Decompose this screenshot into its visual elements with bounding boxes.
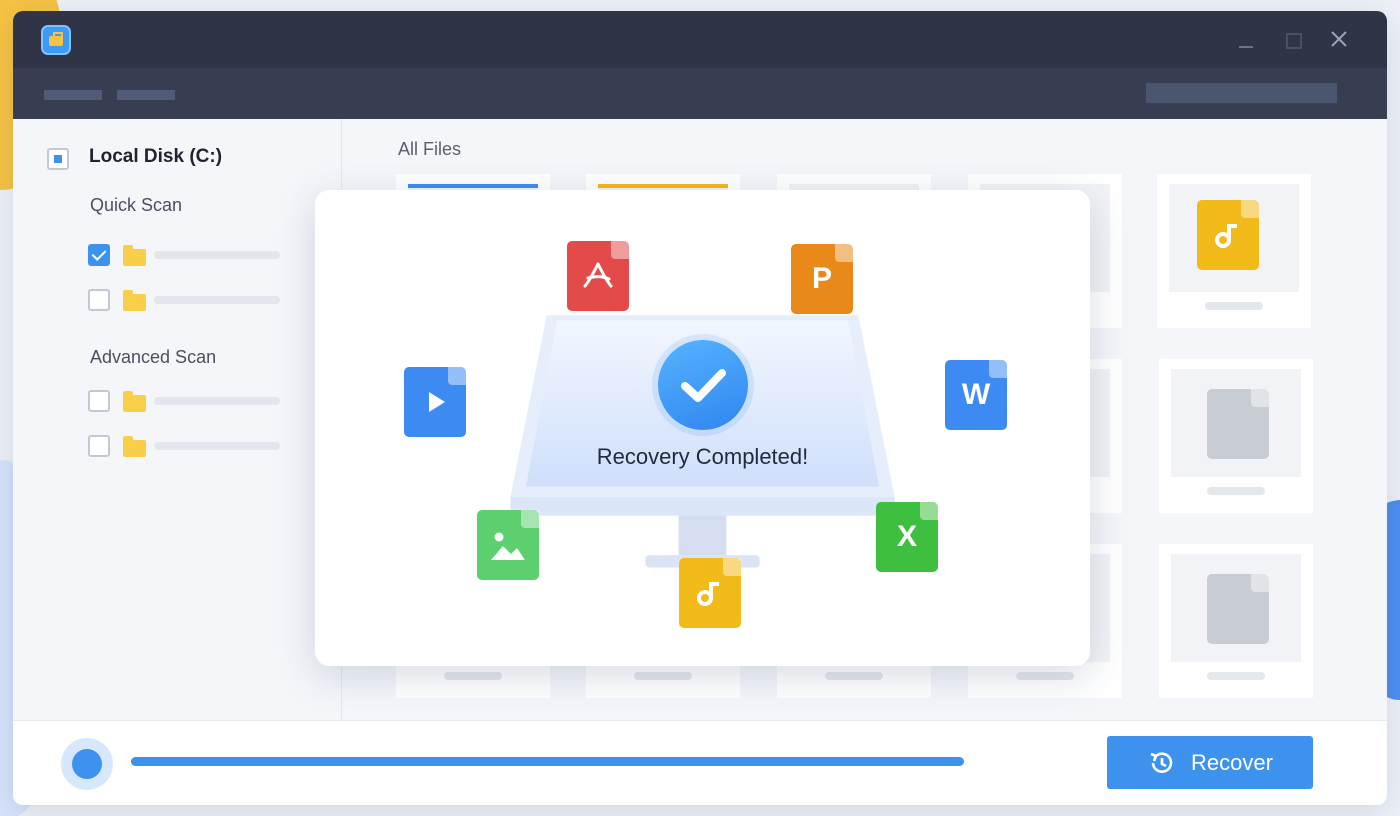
progress-indicator-icon [61,738,113,790]
toolbar [13,68,1387,119]
recovery-status-text: Recovery Completed! [596,444,809,469]
image-file-icon [477,510,539,580]
excel-file-icon: X [876,502,938,572]
all-files-heading: All Files [398,139,462,159]
toolbox-icon [41,25,71,55]
success-check-icon [658,340,748,430]
recovery-complete-dialog: Recovery Completed! P W X [315,190,1090,666]
file-card[interactable] [1157,174,1311,328]
recover-button-label: Recover [1191,749,1273,775]
advanced-scan-item-checkbox[interactable] [88,390,110,412]
close-button[interactable] [1329,29,1349,49]
quick-scan-item-checkbox[interactable] [88,244,110,266]
generic-file-icon [1207,574,1269,644]
toolbar-nav-placeholder[interactable] [117,90,175,100]
recovery-progress-bar [131,757,964,766]
close-icon [1331,31,1347,47]
maximize-button[interactable] [1283,29,1303,49]
history-icon [1150,751,1173,773]
footer-bar: Recover [13,720,1387,805]
file-card[interactable] [1159,359,1313,513]
folder-icon [123,436,146,457]
advanced-scan-heading: Advanced Scan [90,347,217,367]
quick-scan-item-checkbox[interactable] [88,289,110,311]
pdf-file-icon [567,241,629,311]
toolbar-nav-placeholder[interactable] [44,90,102,100]
audio-file-icon [679,558,741,628]
file-card[interactable] [1159,544,1313,698]
sidebar: Local Disk (C:) Quick Scan Advanced Scan [13,119,342,720]
word-file-icon: W [945,360,1007,430]
folder-icon [123,290,146,311]
folder-name-placeholder [154,251,280,259]
folder-name-placeholder [154,296,280,304]
minimize-button[interactable] [1236,29,1256,49]
search-input-placeholder[interactable] [1146,83,1337,103]
progress-fill [131,757,964,766]
folder-icon [123,391,146,412]
disk-label: Local Disk (C:) [89,146,223,167]
audio-file-icon [1197,200,1259,270]
video-file-icon [404,367,466,437]
folder-name-placeholder [154,442,280,450]
folder-name-placeholder [154,397,280,405]
powerpoint-file-icon: P [791,244,853,314]
advanced-scan-item-checkbox[interactable] [88,435,110,457]
generic-file-icon [1207,389,1269,459]
recover-button[interactable]: Recover [1107,736,1313,789]
title-bar [13,11,1387,68]
disk-checkbox[interactable] [47,148,69,170]
folder-icon [123,245,146,266]
quick-scan-heading: Quick Scan [90,195,183,215]
